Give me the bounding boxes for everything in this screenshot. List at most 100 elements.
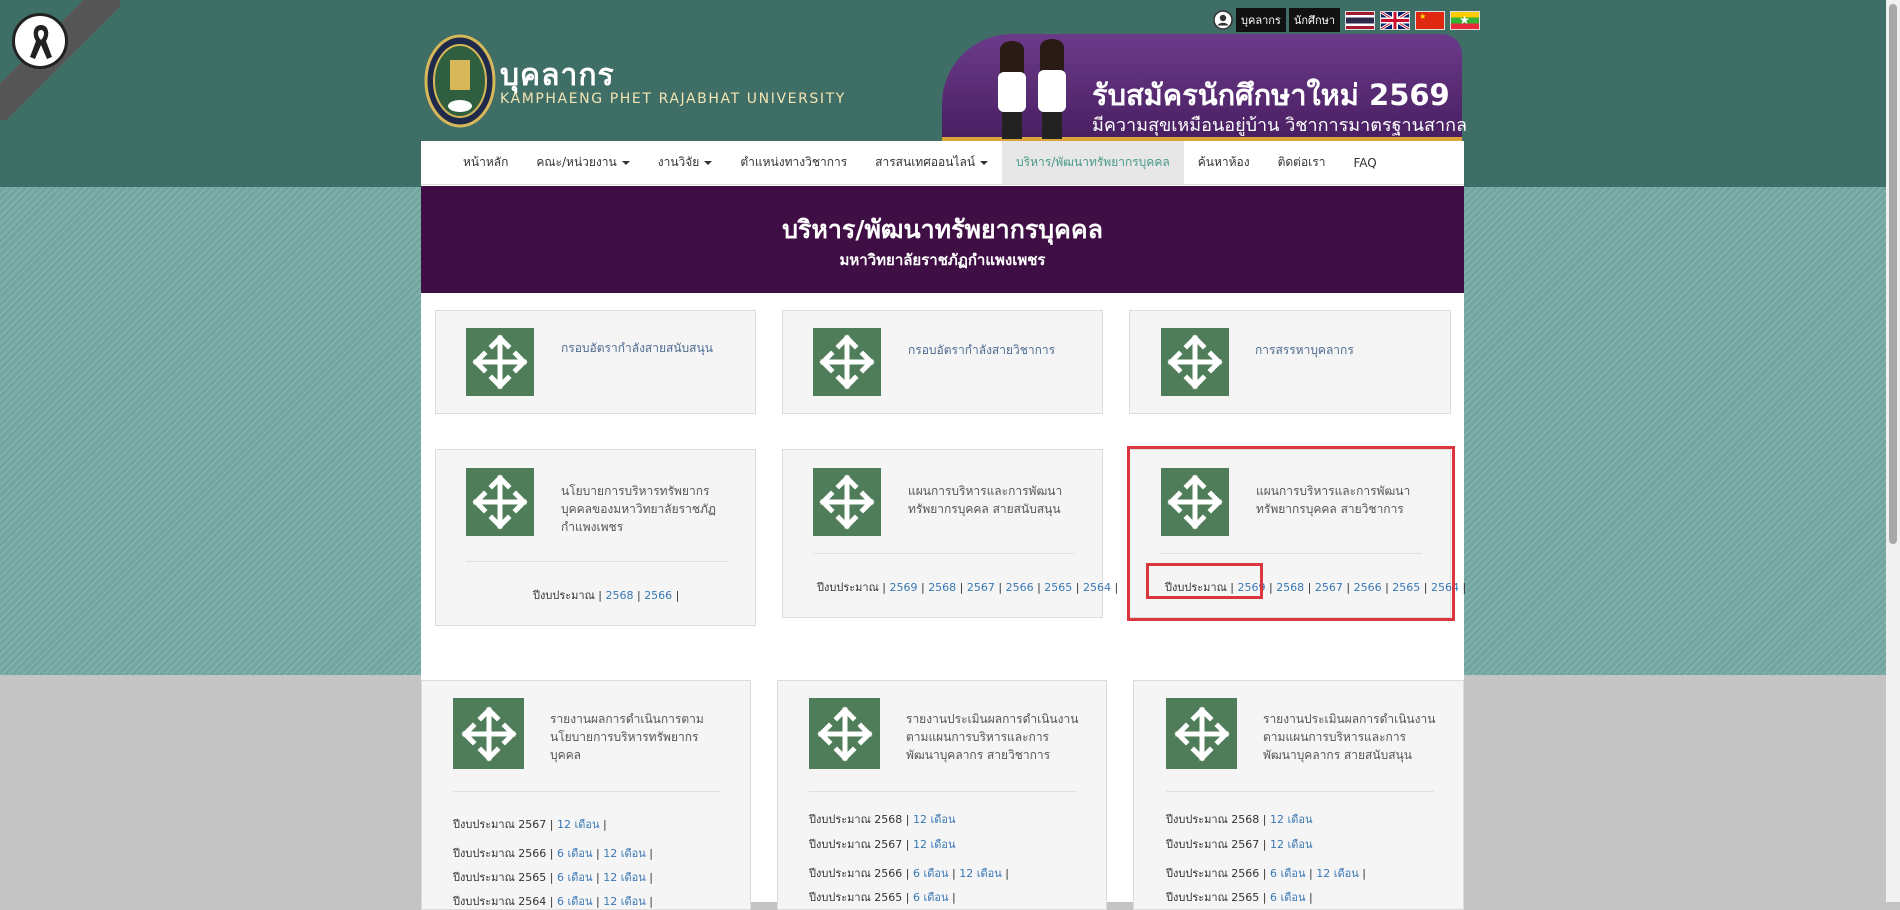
nav-faculties[interactable]: คณะ/หน่วยงาน (522, 141, 643, 184)
year-link[interactable]: 2568 (605, 589, 633, 602)
period-link[interactable]: 12 เดือน (913, 838, 956, 851)
nav-faq-label: FAQ (1353, 155, 1377, 170)
period-link[interactable]: 12 เดือน (1316, 867, 1359, 880)
nav-research-label: งานวิจัย (657, 155, 700, 169)
fiscal-year-label: ปีงบประมาณ (533, 589, 595, 602)
nav-hr-management-label: บริหาร/พัฒนาทรัพยากรบุคคล (1016, 155, 1170, 169)
fiscal-year-row: ปีงบประมาณ 2567 | 12 เดือน | (453, 818, 607, 831)
card-title[interactable]: แผนการบริหารและการพัฒนา ทรัพยากรบุคคล สา… (908, 482, 1062, 518)
nav-academic-positions[interactable]: ตำแหน่งทางวิชาการ (726, 141, 861, 184)
nav-hr-management[interactable]: บริหาร/พัฒนาทรัพยากรบุคคล (1002, 141, 1184, 184)
move-arrows-icon (472, 334, 528, 390)
card-thumbnail[interactable] (1161, 328, 1229, 396)
card-title[interactable]: การสรรหาบุคลากร (1255, 341, 1354, 359)
card-title[interactable]: กรอบอัตรากำลังสายสนับสนุน (561, 339, 713, 357)
nav-faculties-label: คณะ/หน่วยงาน (536, 155, 617, 169)
fiscal-year-links: ปีงบประมาณ | 2569 | 2568 | 2567 | 2566 |… (817, 581, 1119, 594)
nav-contact[interactable]: ติดต่อเรา (1264, 141, 1340, 184)
year-link[interactable]: 2565 (1044, 581, 1072, 594)
myanmar-flag-icon[interactable]: ★ (1450, 10, 1481, 30)
card-title-line: รายงานประเมินผลการดำเนินงาน (906, 712, 1079, 726)
card-policy-report: รายงานผลการดำเนินการตาม นโยบายการบริหารท… (421, 680, 751, 910)
card-thumbnail[interactable] (1166, 698, 1237, 769)
year-link[interactable]: 2566 (1006, 581, 1034, 594)
period-link[interactable]: 12 เดือน (557, 818, 600, 831)
year-link[interactable]: 2566 (644, 589, 672, 602)
nav-online-info[interactable]: สารสนเทศออนไลน์ (861, 141, 1002, 184)
card-thumbnail[interactable] (466, 468, 534, 536)
brand-subtitle: KAMPHAENG PHET RAJABHAT UNIVERSITY (500, 91, 846, 107)
staff-link[interactable]: บุคลากร (1236, 8, 1286, 32)
card-thumbnail[interactable] (813, 328, 881, 396)
nav-home-label: หน้าหลัก (463, 155, 509, 169)
period-link[interactable]: 6 เดือน (913, 867, 949, 880)
period-link[interactable]: 6 เดือน (557, 847, 593, 860)
card-academic-evaluation-report: รายงานประเมินผลการดำเนินงาน ตามแผนการบริ… (777, 680, 1107, 910)
card-title[interactable]: นโยบายการบริหารทรัพยากร บุคคลของมหาวิทยา… (561, 482, 716, 536)
nav-contact-label: ติดต่อเรา (1277, 155, 1326, 169)
highlight-box-year-2569 (1146, 563, 1263, 599)
fiscal-year-row: ปีงบประมาณ 2566 | 6 เดือน | 12 เดือน | (809, 867, 1009, 880)
banner-subline: มีความสุขเหมือนอยู่บ้าน วิชาการมาตรฐานสา… (1092, 115, 1467, 136)
period-link[interactable]: 6 เดือน (557, 871, 593, 884)
nav-faq[interactable]: FAQ (1339, 141, 1390, 184)
page-title: บริหาร/พัฒนาทรัพยากรบุคคล (782, 215, 1103, 244)
fiscal-year-label: ปีงบประมาณ 2567 (1166, 838, 1260, 851)
card-title[interactable]: รายงานผลการดำเนินการตาม นโยบายการบริหารท… (550, 710, 704, 764)
china-flag-icon[interactable]: ★ (1415, 10, 1446, 30)
uk-flag-icon[interactable] (1380, 10, 1411, 30)
card-title[interactable]: รายงานประเมินผลการดำเนินงาน ตามแผนการบริ… (1263, 710, 1435, 764)
year-link[interactable]: 2564 (1083, 581, 1111, 594)
period-link[interactable]: 6 เดือน (1270, 891, 1306, 904)
fiscal-year-row: ปีงบประมาณ 2566 | 6 เดือน | 12 เดือน | (453, 847, 653, 860)
card-thumbnail[interactable] (809, 698, 880, 769)
fiscal-year-label: ปีงบประมาณ 2567 (809, 838, 903, 851)
move-arrows-icon (817, 706, 873, 762)
card-title-line: พัฒนาบุคลากร สายสนับสนุน (1263, 748, 1412, 762)
mourning-ribbon-badge (12, 13, 68, 69)
fiscal-year-label: ปีงบประมาณ 2566 (809, 867, 903, 880)
card-support-hr-plan: แผนการบริหารและการพัฒนา ทรัพยากรบุคคล สา… (782, 449, 1118, 618)
year-link[interactable]: 2567 (967, 581, 995, 594)
year-link[interactable]: 2568 (928, 581, 956, 594)
period-link[interactable]: 12 เดือน (1270, 813, 1313, 826)
move-arrows-icon (1174, 706, 1230, 762)
page-scrollbar-thumb[interactable] (1889, 4, 1897, 544)
admission-banner[interactable]: รับสมัครนักศึกษาใหม่ 2569 มีความสุขเหมือ… (942, 34, 1467, 141)
fiscal-year-row: ปีงบประมาณ 2566 | 6 เดือน | 12 เดือน | (1166, 867, 1366, 880)
period-link[interactable]: 12 เดือน (959, 867, 1002, 880)
card-title-line: บุคคลของมหาวิทยาลัยราชภัฏ (561, 502, 716, 516)
nav-academic-positions-label: ตำแหน่งทางวิชาการ (740, 155, 848, 169)
nav-research[interactable]: งานวิจัย (644, 141, 727, 184)
period-link[interactable]: 12 เดือน (603, 847, 646, 860)
period-link[interactable]: 6 เดือน (913, 891, 949, 904)
card-recruitment: การสรรหาบุคลากร (1129, 310, 1451, 414)
nav-home[interactable]: หน้าหลัก (449, 141, 522, 184)
card-title-line: แผนการบริหารและการพัฒนา (908, 484, 1063, 498)
period-link[interactable]: 12 เดือน (1270, 838, 1313, 851)
user-icon[interactable] (1213, 10, 1233, 30)
card-title-line: ตามแผนการบริหารและการ (906, 730, 1049, 744)
year-link[interactable]: 2569 (889, 581, 917, 594)
card-hr-policy: นโยบายการบริหารทรัพยากร บุคคลของมหาวิทยา… (435, 449, 756, 626)
card-title[interactable]: กรอบอัตรากำลังสายวิชาการ (908, 341, 1055, 359)
card-thumbnail[interactable] (813, 468, 881, 536)
mourning-ribbon-corner (0, 0, 120, 120)
card-thumbnail[interactable] (466, 328, 534, 396)
fiscal-year-label: ปีงบประมาณ 2568 (809, 813, 903, 826)
period-link[interactable]: 6 เดือน (1270, 867, 1306, 880)
card-title-line: ทรัพยากรบุคคล สายสนับสนุน (908, 502, 1061, 516)
page-hero: บริหาร/พัฒนาทรัพยากรบุคคล มหาวิทยาลัยราช… (421, 186, 1464, 293)
thai-flag-icon[interactable] (1345, 10, 1376, 30)
fiscal-year-row: ปีงบประมาณ 2567 | 12 เดือน (1166, 838, 1313, 851)
nav-room-search-label: ค้นหาห้อง (1197, 155, 1250, 169)
card-title-line: บุคคล (550, 748, 582, 762)
period-link[interactable]: 12 เดือน (913, 813, 956, 826)
card-title[interactable]: รายงานประเมินผลการดำเนินงาน ตามแผนการบริ… (906, 710, 1078, 764)
student-link[interactable]: นักศึกษา (1288, 8, 1341, 32)
card-thumbnail[interactable] (453, 698, 524, 769)
nav-room-search[interactable]: ค้นหาห้อง (1184, 141, 1264, 184)
period-link[interactable]: 12 เดือน (603, 871, 646, 884)
black-ribbon-icon (30, 25, 52, 59)
fiscal-year-row: ปีงบประมาณ 2565 | 6 เดือน | (1166, 891, 1313, 904)
